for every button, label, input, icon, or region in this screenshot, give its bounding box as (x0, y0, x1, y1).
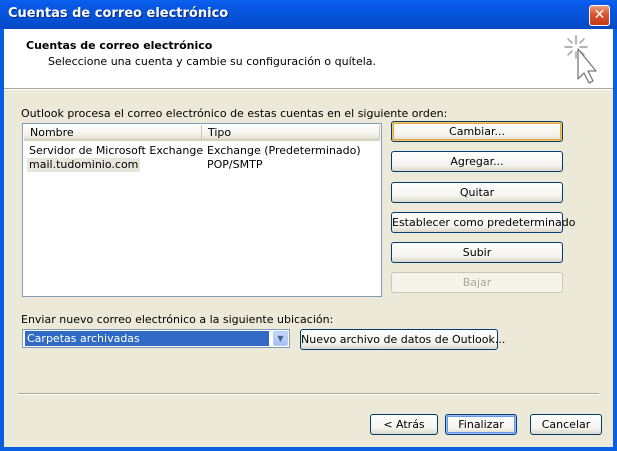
delivery-label: Enviar nuevo correo electrónico a la sig… (21, 313, 334, 326)
finish-button[interactable]: Finalizar (445, 414, 517, 435)
column-header-name[interactable]: Nombre (24, 125, 202, 141)
account-name: mail.tudominio.com (27, 158, 141, 172)
change-button[interactable]: Cambiar... (391, 121, 563, 142)
account-name: Servidor de Microsoft Exchange (29, 144, 204, 157)
set-default-button[interactable]: Establecer como predeterminado (391, 212, 575, 233)
delivery-location-value: Carpetas archivadas (25, 331, 269, 346)
close-button[interactable]: ✕ (589, 5, 610, 26)
account-type: POP/SMTP (207, 158, 263, 171)
chevron-down-icon[interactable]: ▼ (273, 331, 288, 346)
sparkle-cursor-icon (564, 35, 597, 84)
wizard-header: Cuentas de correo electrónico Seleccione… (4, 29, 613, 89)
dialog-body: Cuentas de correo electrónico Seleccione… (4, 29, 613, 447)
window-title: Cuentas de correo electrónico (8, 6, 229, 21)
column-header-type[interactable]: Tipo (202, 125, 380, 141)
new-data-file-button[interactable]: Nuevo archivo de datos de Outlook... (300, 329, 505, 350)
title-bar[interactable]: Cuentas de correo electrónico ✕ (0, 0, 617, 29)
add-button[interactable]: Agregar... (391, 151, 563, 172)
remove-button[interactable]: Quitar (391, 182, 563, 203)
account-type: Exchange (Predeterminado) (207, 144, 361, 157)
delivery-location-select[interactable]: Carpetas archivadas ▼ (22, 329, 290, 348)
move-down-button: Bajar (391, 272, 563, 293)
move-up-button[interactable]: Subir (391, 242, 563, 263)
header-subtitle: Seleccione una cuenta y cambie su config… (48, 55, 377, 68)
accounts-label: Outlook procesa el correo electrónico de… (21, 107, 448, 120)
header-title: Cuentas de correo electrónico (26, 39, 213, 52)
accounts-list[interactable]: Nombre Tipo Servidor de Microsoft Exchan… (22, 123, 382, 297)
cancel-button[interactable]: Cancelar (530, 414, 602, 435)
back-button[interactable]: < Atrás (370, 414, 438, 435)
close-icon: ✕ (593, 7, 606, 23)
footer-divider (18, 393, 599, 395)
dialog-window: Cuentas de correo electrónico ✕ Cuentas … (0, 0, 617, 451)
